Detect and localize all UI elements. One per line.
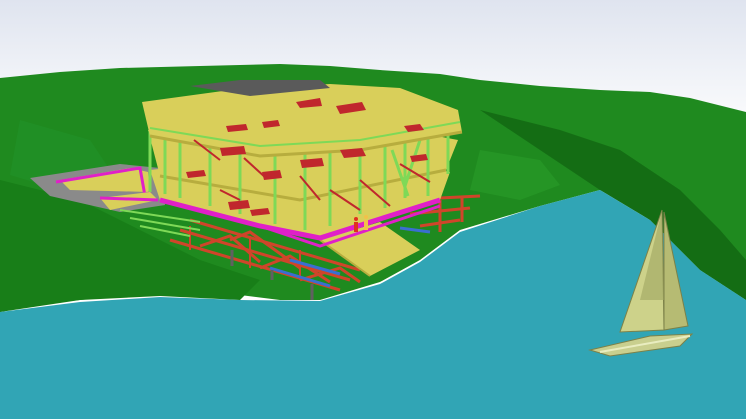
viewport-canvas[interactable] [0, 0, 746, 419]
model-viewport[interactable] [0, 0, 746, 419]
